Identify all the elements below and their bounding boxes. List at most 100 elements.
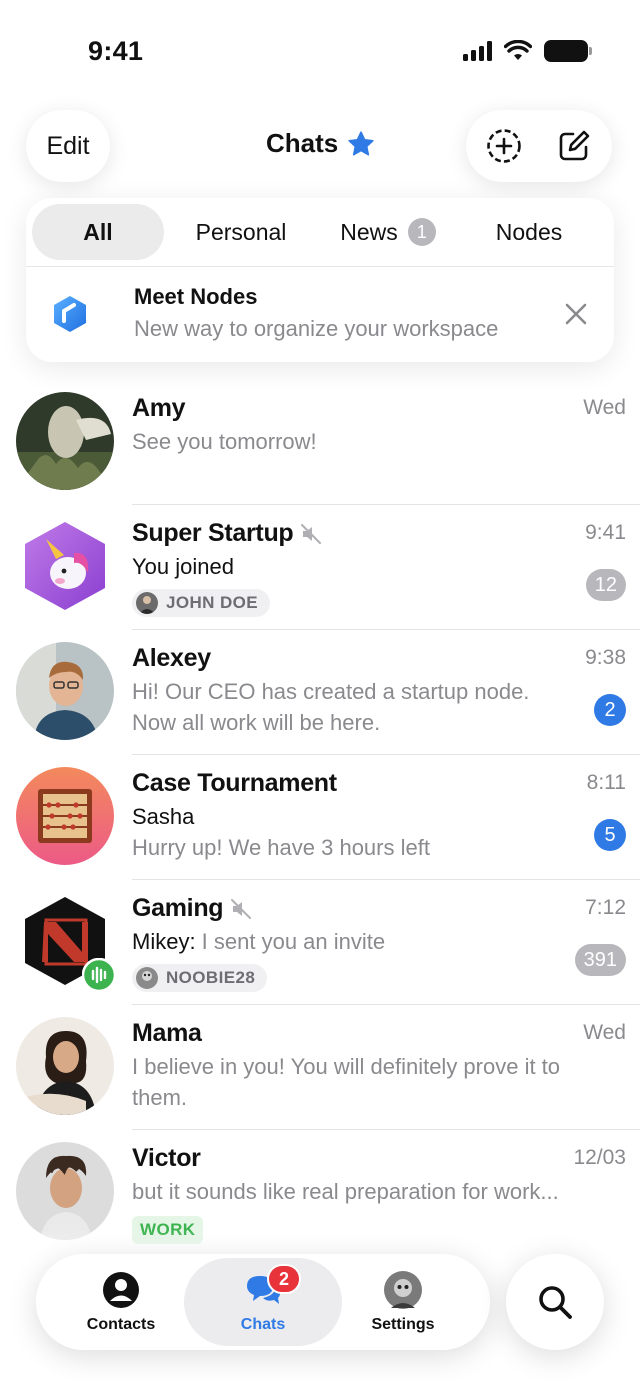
- chat-name-text: Mama: [132, 1019, 202, 1047]
- avatar: [16, 392, 114, 490]
- close-icon[interactable]: [562, 300, 590, 328]
- chat-time: 7:12: [585, 896, 626, 919]
- chat-row-case-tournament[interactable]: Case Tournament 8:11 Sasha Hurry up! We …: [0, 755, 640, 880]
- avatar: [16, 642, 114, 740]
- battery-icon: [544, 40, 592, 62]
- chat-preview: You joined: [132, 554, 234, 579]
- chat-row-super-startup[interactable]: Super Startup 9:41 You joined JOHN DOE 1…: [0, 505, 640, 630]
- muted-icon: [231, 898, 252, 919]
- muted-icon: [301, 523, 322, 544]
- compose-button[interactable]: [554, 126, 594, 166]
- avatar: [25, 522, 105, 610]
- search-icon: [539, 1286, 572, 1319]
- voice-chat-icon: [82, 958, 116, 992]
- chat-time: 9:41: [585, 521, 626, 544]
- unread-badge: 5: [594, 819, 626, 851]
- chat-preview-line2: Now all work will be here.: [132, 710, 381, 735]
- chat-row-amy[interactable]: Amy Wed See you tomorrow!: [0, 380, 640, 505]
- chats-icon: 2: [243, 1264, 301, 1310]
- sender-chip: JOHN DOE: [132, 589, 270, 617]
- chat-preview: Hi! Our CEO has created a startup node.: [132, 679, 530, 704]
- chat-name-text: Case Tournament: [132, 769, 337, 797]
- chat-sender: Sasha: [132, 804, 195, 829]
- nodes-logo-icon: [54, 296, 86, 332]
- chat-row-mama[interactable]: Mama Wed I believe in you! You will defi…: [0, 1005, 640, 1130]
- chat-preview: I believe in you! You will definitely pr…: [132, 1054, 561, 1079]
- promo-title: Meet Nodes: [134, 284, 258, 309]
- chat-row-gaming[interactable]: Gaming 7:12 Mikey: I sent you an invite …: [0, 880, 640, 1005]
- tab-personal[interactable]: Personal: [168, 204, 314, 260]
- chat-list: Amy Wed See you tomorrow! Super Startup …: [0, 380, 640, 1255]
- folder-card: All Personal News 1 Nodes Meet Nodes New…: [26, 198, 614, 362]
- avatar: [136, 592, 158, 614]
- tab-news[interactable]: News 1: [318, 204, 458, 260]
- chat-time: 9:38: [585, 646, 626, 669]
- chat-preview: Hurry up! We have 3 hours left: [132, 835, 430, 860]
- unread-badge: 12: [585, 569, 626, 601]
- sender-name: JOHN DOE: [166, 593, 258, 612]
- tab-bar: Contacts 2 Chats Settings: [36, 1254, 490, 1350]
- page-title: Chats: [266, 128, 376, 159]
- avatar: [16, 1142, 114, 1240]
- chat-row-alexey[interactable]: Alexey 9:38 Hi! Our CEO has created a st…: [0, 630, 640, 755]
- chat-name-text: Alexey: [132, 644, 211, 672]
- chat-time: 12/03: [573, 1146, 626, 1169]
- header-actions: [466, 110, 612, 182]
- tab-contacts-label: Contacts: [86, 1316, 156, 1333]
- tab-news-label: News: [340, 218, 398, 245]
- chat-name: Super Startup: [132, 519, 323, 548]
- chat-time: Wed: [583, 1021, 626, 1044]
- chat-time: Wed: [583, 396, 626, 419]
- unread-badge: 2: [594, 694, 626, 726]
- tab-chats[interactable]: 2 Chats: [184, 1258, 342, 1346]
- chat-preview: See you tomorrow!: [132, 429, 317, 454]
- tab-all[interactable]: All: [32, 204, 164, 260]
- chat-name-text: Gaming: [132, 894, 224, 922]
- page-title-text: Chats: [266, 128, 339, 158]
- chat-time: 8:11: [586, 771, 626, 794]
- tab-settings[interactable]: Settings: [328, 1254, 478, 1350]
- star-icon[interactable]: [346, 129, 376, 159]
- chat-name: Mama: [132, 1019, 202, 1048]
- contacts-icon: [101, 1270, 141, 1310]
- chat-name: Case Tournament: [132, 769, 337, 798]
- avatar: [16, 1017, 114, 1115]
- chat-name-text: Victor: [132, 1144, 201, 1172]
- cellular-signal-icon: [463, 41, 492, 61]
- chat-name: Amy: [132, 394, 186, 423]
- unread-badge: 391: [574, 944, 626, 976]
- divider: [26, 266, 614, 267]
- tab-news-badge: 1: [407, 218, 436, 246]
- chats-unread-badge: 2: [267, 1264, 301, 1294]
- sender-name: NOOBIE28: [166, 968, 256, 987]
- chat-name: Alexey: [132, 644, 211, 673]
- chat-name-text: Super Startup: [132, 519, 294, 547]
- folder-tabs: All Personal News 1 Nodes: [32, 204, 608, 260]
- compose-icon: [559, 130, 590, 161]
- status-time: 9:41: [88, 36, 144, 66]
- chat-name: Gaming: [132, 894, 253, 923]
- status-icons: [463, 40, 592, 62]
- promo-subtitle: New way to organize your workspace: [134, 316, 499, 341]
- chat-sender: Mikey:: [132, 929, 196, 954]
- chat-preview-line2: them.: [132, 1085, 188, 1110]
- search-button[interactable]: [506, 1254, 604, 1350]
- tab-nodes[interactable]: Nodes: [464, 204, 594, 260]
- promo-banner[interactable]: Meet Nodes New way to organize your work…: [50, 284, 594, 348]
- chat-name-text: Amy: [132, 394, 186, 422]
- avatar: [16, 767, 114, 865]
- avatar: [136, 967, 158, 989]
- chat-name: Victor: [132, 1144, 201, 1173]
- new-story-button[interactable]: [484, 126, 524, 166]
- tab-chats-label: Chats: [240, 1316, 286, 1333]
- sender-chip: NOOBIE28: [132, 964, 268, 992]
- profile-avatar-icon: [383, 1270, 423, 1310]
- chat-preview: but it sounds like real preparation for …: [132, 1179, 559, 1204]
- tab-contacts[interactable]: Contacts: [46, 1254, 196, 1350]
- tab-settings-label: Settings: [371, 1316, 435, 1333]
- edit-button[interactable]: Edit: [26, 110, 110, 182]
- wifi-icon: [504, 40, 532, 60]
- chat-preview: Mikey: I sent you an invite: [132, 929, 385, 955]
- chat-preview-text: I sent you an invite: [195, 929, 386, 954]
- status-bar: 9:41: [0, 0, 640, 100]
